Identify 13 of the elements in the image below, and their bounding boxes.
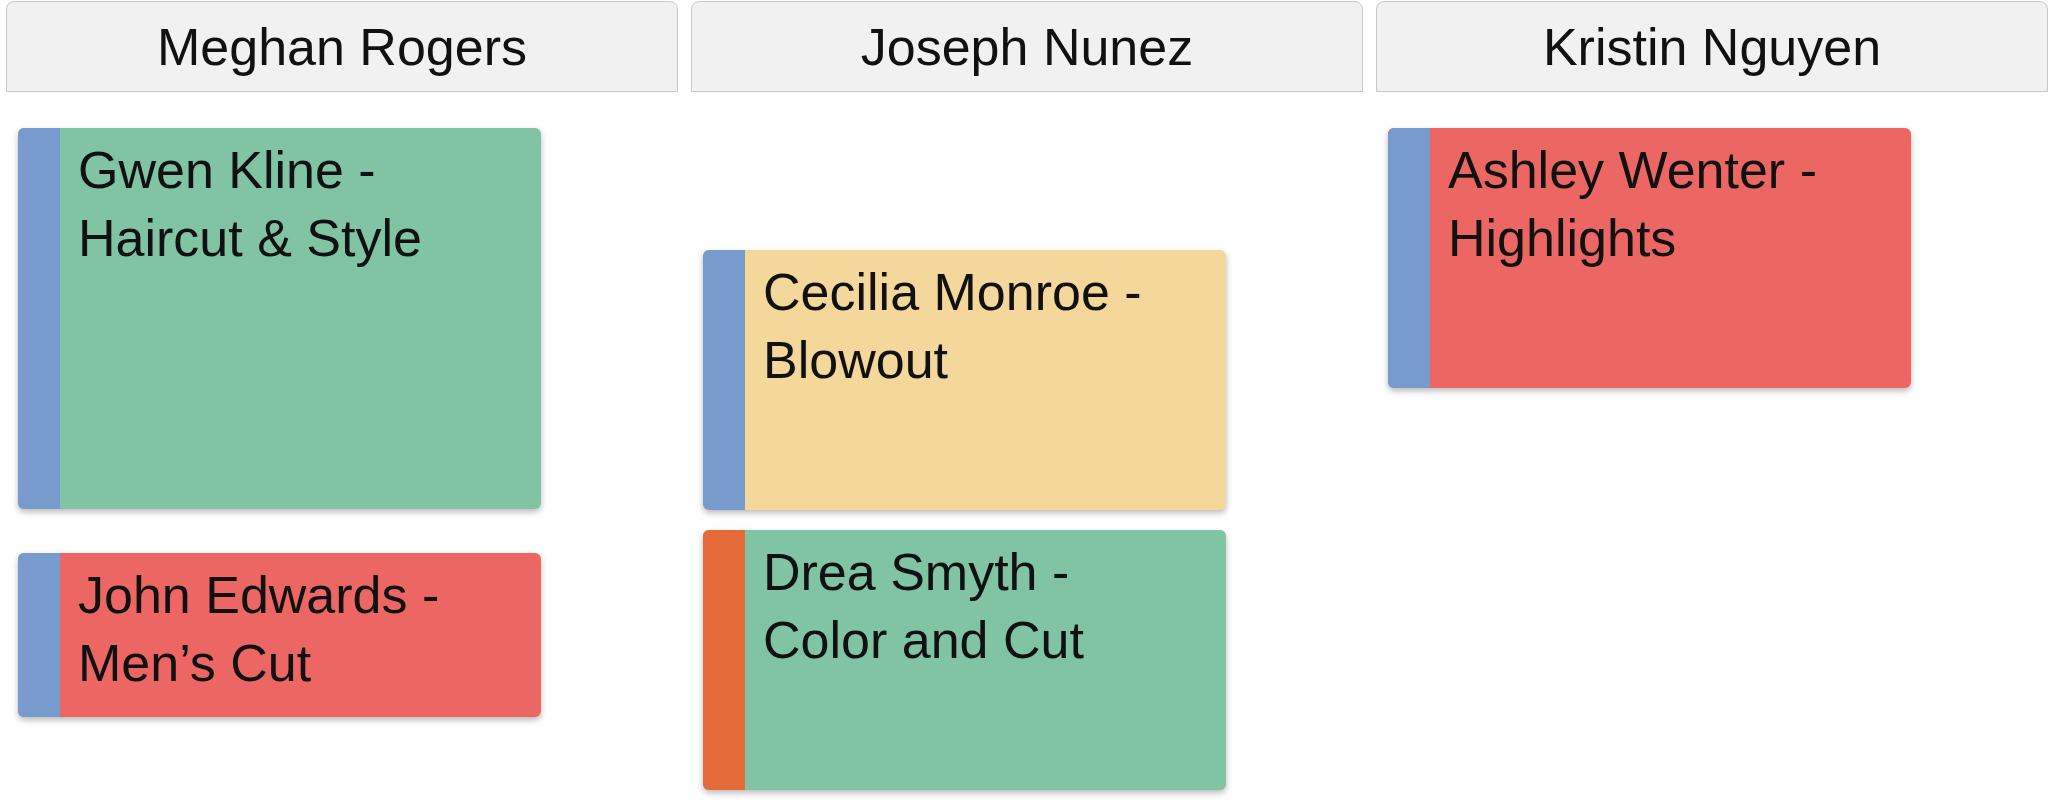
appointment-card[interactable]: Gwen Kline - Haircut & Style — [18, 128, 541, 509]
appointment-title: Cecilia Monroe - Blowout — [763, 262, 1143, 391]
appointment-title: Gwen Kline - Haircut & Style — [78, 140, 423, 269]
appointment-card[interactable]: Ashley Wenter - Highlights — [1388, 128, 1911, 388]
staff-header: Joseph Nunez — [691, 1, 1363, 92]
staff-header: Kristin Nguyen — [1376, 1, 2048, 92]
appointment-card[interactable]: Drea Smyth - Color and Cut — [703, 530, 1226, 790]
appointment-title: Drea Smyth - Color and Cut — [763, 542, 1085, 671]
appointment-title: John Edwards - Men’s Cut — [78, 565, 441, 694]
appointment-title: Ashley Wenter - Highlights — [1448, 140, 1818, 269]
staff-header: Meghan Rogers — [6, 1, 678, 92]
appointment-card[interactable]: John Edwards - Men’s Cut — [18, 553, 541, 717]
appointment-card[interactable]: Cecilia Monroe - Blowout — [703, 250, 1226, 510]
